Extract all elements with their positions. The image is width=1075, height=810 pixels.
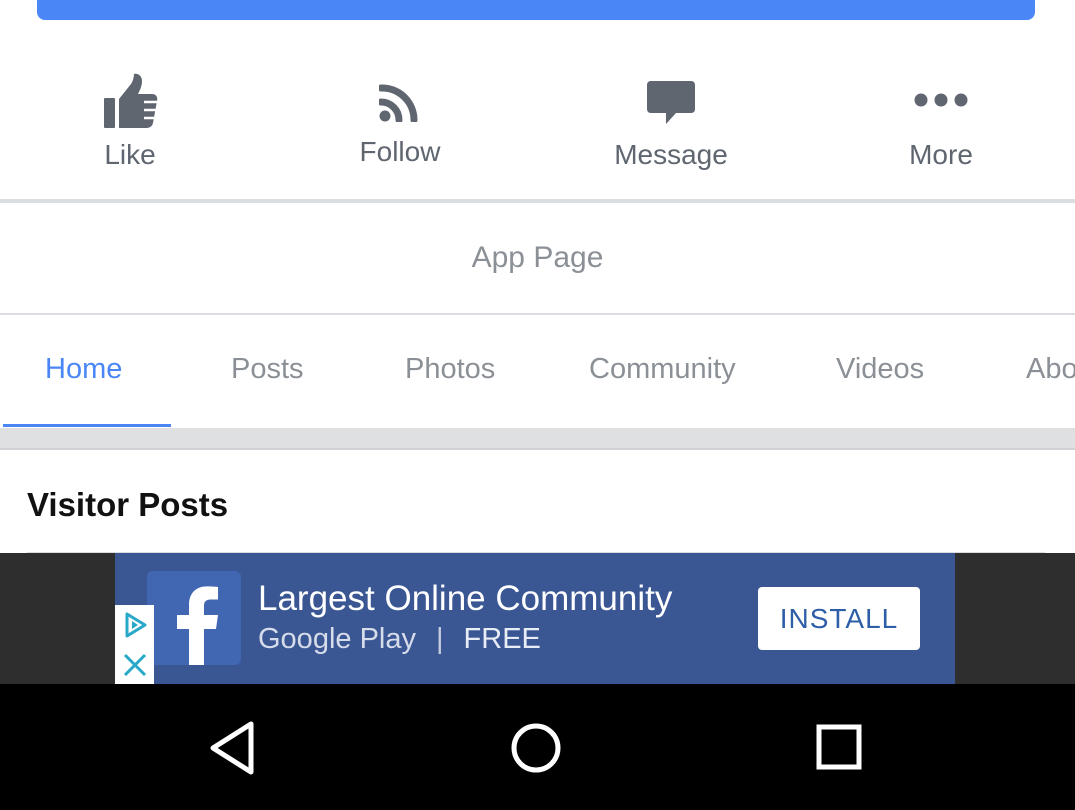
- tab-posts[interactable]: Posts: [231, 353, 304, 386]
- facebook-f-icon: [147, 571, 241, 665]
- section-gap: [0, 428, 1075, 450]
- primary-action-bar[interactable]: [37, 0, 1035, 20]
- more-label: More: [909, 139, 973, 170]
- like-button[interactable]: Like: [30, 40, 230, 190]
- section-title: Visitor Posts: [27, 486, 229, 523]
- ellipsis-icon: [914, 92, 968, 113]
- adchoices-icon[interactable]: [115, 605, 154, 645]
- thumbs-up-icon: [102, 72, 158, 135]
- speech-bubble-icon: [646, 80, 696, 131]
- follow-button[interactable]: Follow: [300, 40, 500, 190]
- ad-store-name: Google Play: [258, 623, 416, 655]
- active-tab-indicator: [3, 424, 171, 427]
- more-button[interactable]: More: [841, 40, 1041, 190]
- home-circle-icon[interactable]: [508, 720, 564, 776]
- rss-icon: [377, 82, 421, 127]
- message-label: Message: [614, 139, 728, 170]
- message-button[interactable]: Message: [571, 40, 771, 190]
- like-label: Like: [104, 139, 156, 170]
- tab-photos[interactable]: Photos: [405, 353, 495, 386]
- page-tab-bar: Home Posts Photos Community Videos About: [0, 315, 1075, 428]
- install-button[interactable]: INSTALL: [758, 587, 920, 650]
- ad-title: Largest Online Community: [258, 579, 673, 618]
- close-icon[interactable]: [115, 645, 154, 684]
- tab-community[interactable]: Community: [589, 353, 736, 386]
- back-triangle-icon[interactable]: [207, 720, 263, 776]
- system-nav-bar: [0, 684, 1075, 810]
- page-action-row: Like Follow Message More: [0, 40, 1075, 200]
- follow-label: Follow: [359, 136, 441, 167]
- tab-about[interactable]: About: [1026, 353, 1075, 386]
- visitor-posts-section: Visitor Posts: [0, 452, 1075, 553]
- tab-videos[interactable]: Videos: [836, 353, 924, 386]
- page-category: App Page: [471, 241, 604, 274]
- ad-separator: |: [436, 623, 444, 655]
- ad-price: FREE: [463, 623, 541, 655]
- ad-banner[interactable]: Largest Online Community Google Play | F…: [115, 553, 955, 684]
- recents-square-icon[interactable]: [812, 720, 868, 776]
- ad-banner-strip: Largest Online Community Google Play | F…: [0, 553, 1075, 684]
- tab-home[interactable]: Home: [45, 353, 122, 386]
- ad-subtitle: Google Play | FREE: [258, 623, 541, 656]
